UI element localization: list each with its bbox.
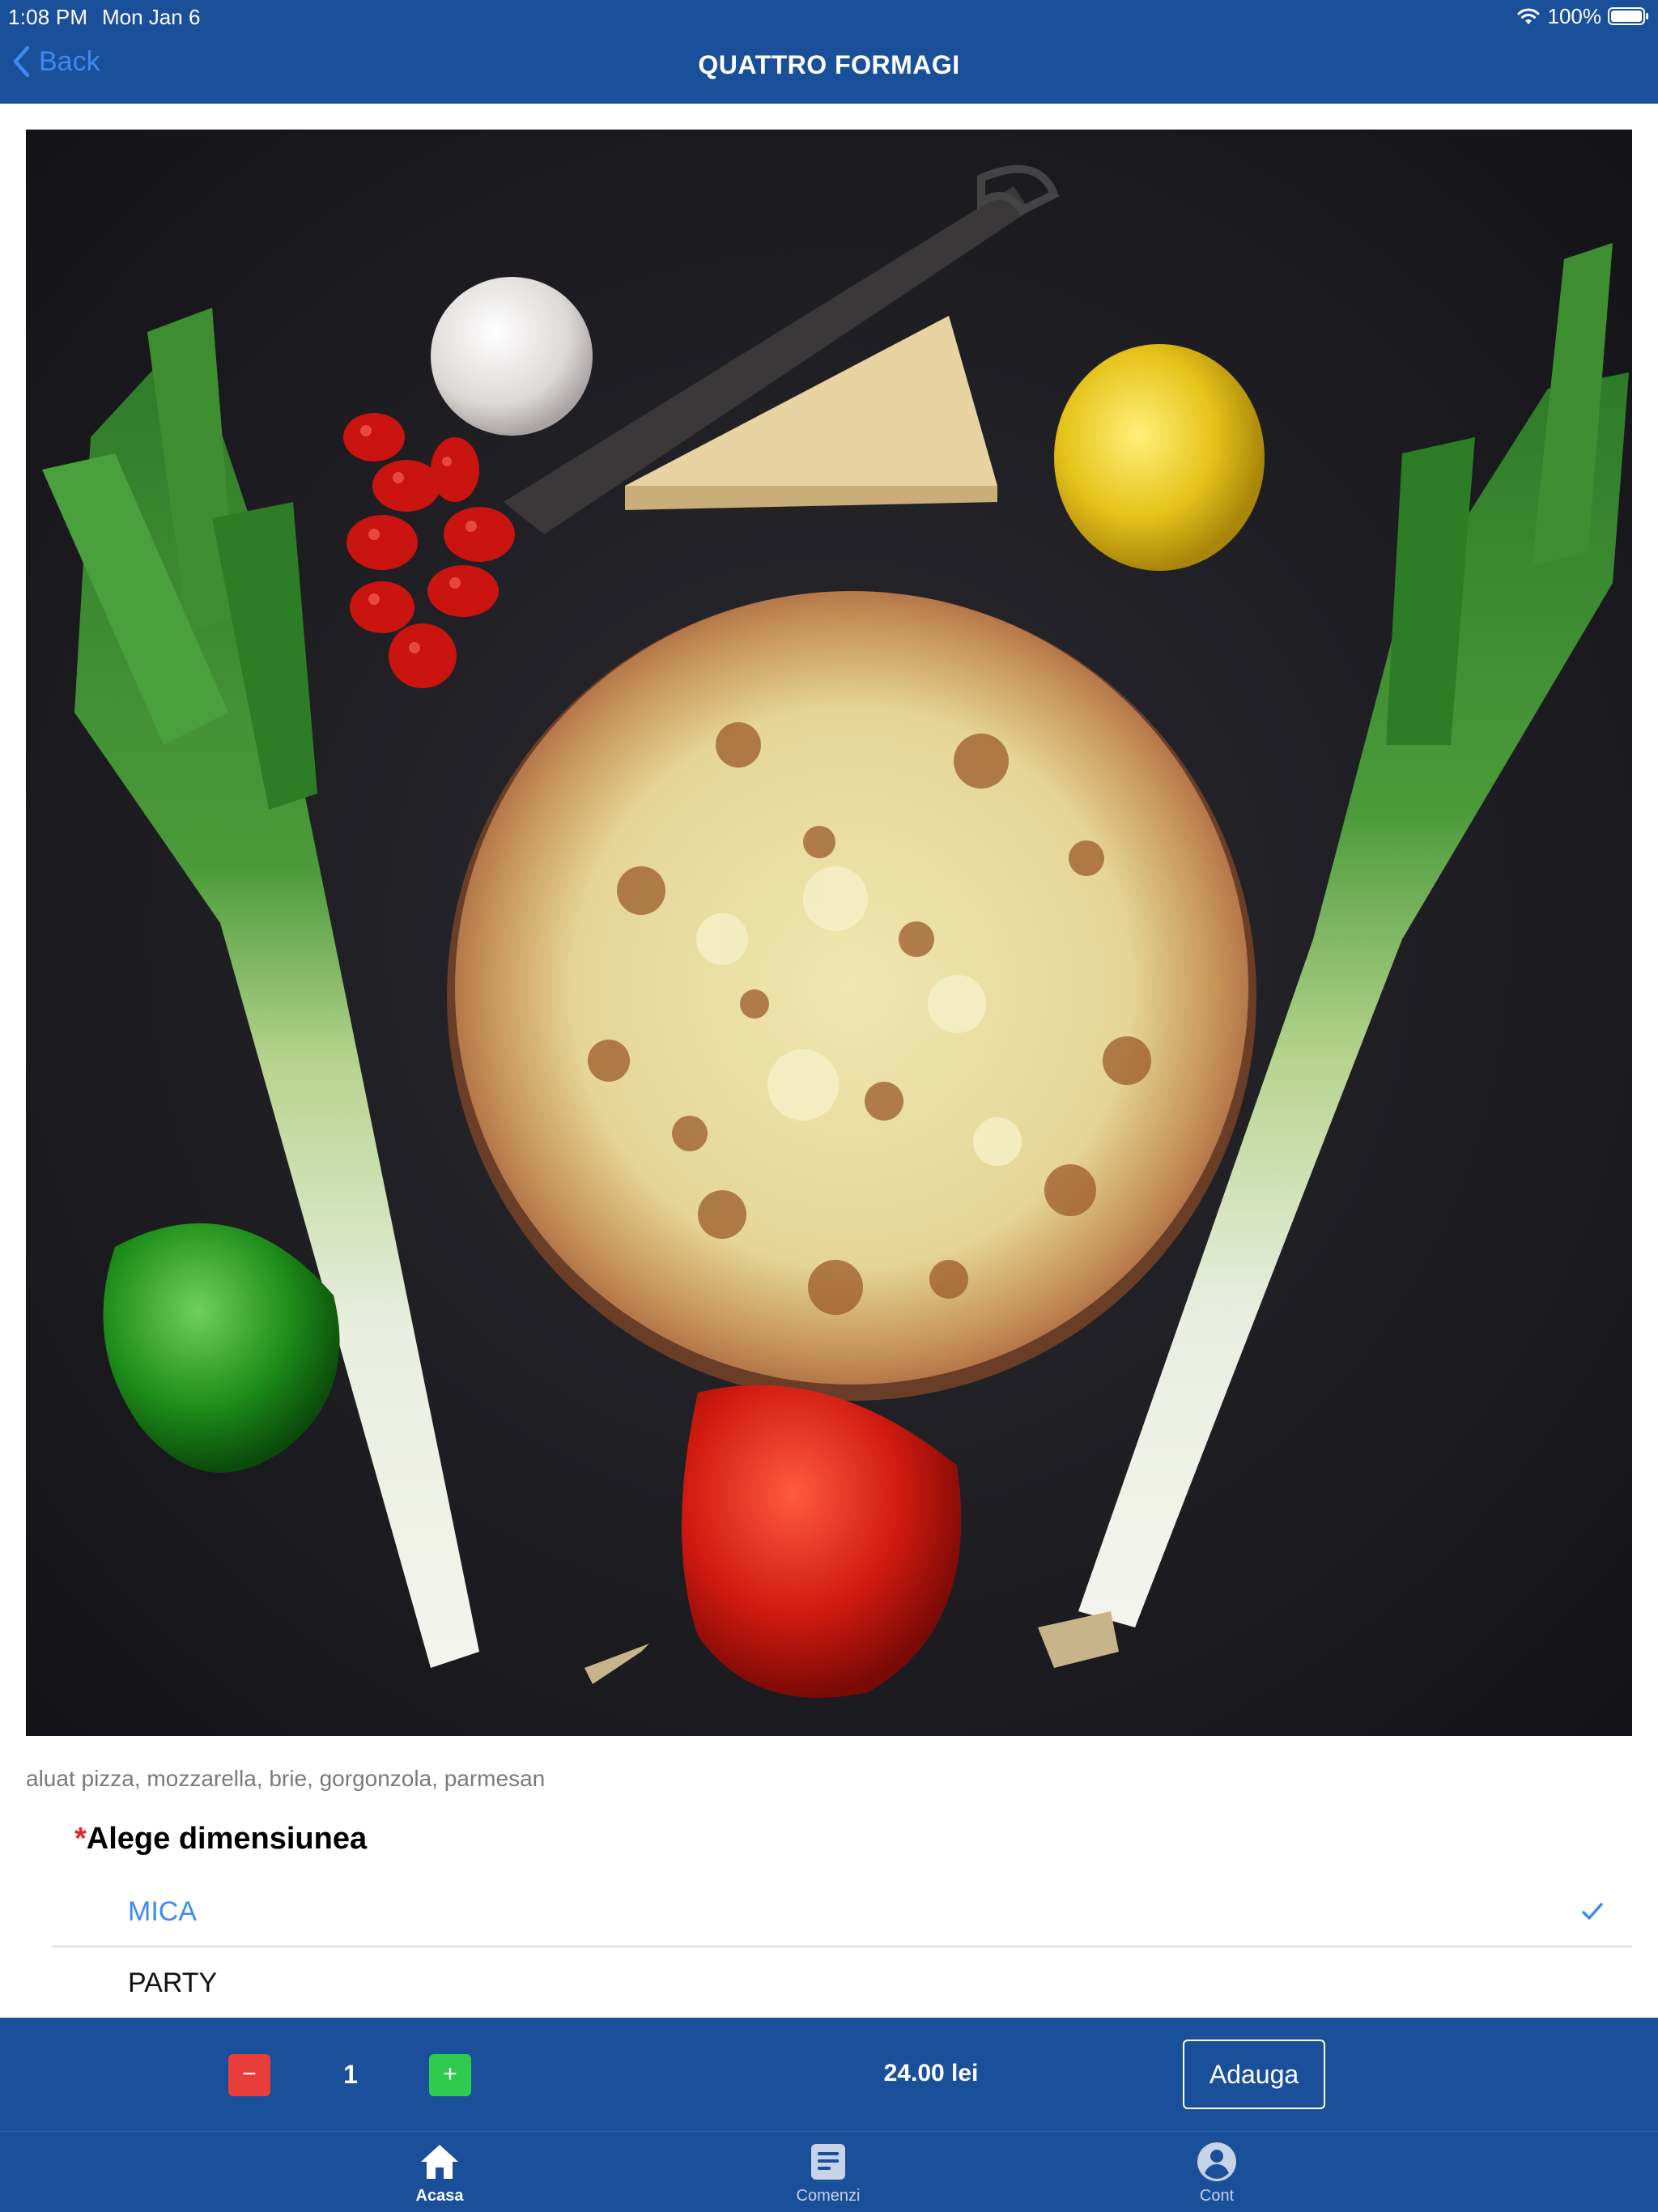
ingredients-text: aluat pizza, mozzarella, brie, gorgonzol… — [26, 1766, 546, 1791]
tab-comenzi[interactable]: Comenzi — [747, 2132, 909, 2212]
product-image — [26, 130, 1632, 1736]
battery-icon — [1608, 7, 1648, 25]
option-divider — [52, 1946, 1632, 1947]
app-screen: 1:08 PM Mon Jan 6 100% Back QUATTRO FORM… — [0, 0, 1658, 2212]
checkmark-icon — [1582, 1903, 1603, 1920]
required-mark: * — [74, 1822, 87, 1856]
tab-label: Acasa — [415, 2187, 464, 2205]
size-section-title: *Alege dimensiunea — [74, 1822, 367, 1857]
tab-label: Cont — [1199, 2187, 1235, 2205]
wifi-icon — [1517, 8, 1539, 24]
tab-acasa[interactable]: Acasa — [359, 2132, 521, 2212]
increase-quantity-button[interactable]: + — [429, 2054, 471, 2096]
quantity-value: 1 — [343, 2060, 358, 2089]
size-title-label: Alege dimensiunea — [86, 1822, 368, 1856]
size-option-mica[interactable]: MICA — [52, 1877, 1632, 1948]
page-title: QUATTRO FORMAGI — [698, 50, 960, 79]
status-time: 1:08 PM — [8, 5, 88, 29]
tab-label: Comenzi — [796, 2187, 861, 2205]
action-bar: − 1 + 24.00 lei Adauga — [0, 2018, 1658, 2131]
pizza-photo — [26, 130, 1632, 1736]
home-icon — [421, 2145, 458, 2179]
status-indicators: 100% — [1516, 3, 1651, 29]
tab-bar: Acasa Comenzi Cont — [0, 2131, 1658, 2212]
status-date: Mon Jan 6 — [102, 5, 201, 29]
tab-cont[interactable]: Cont — [1136, 2132, 1298, 2212]
account-icon — [1197, 2142, 1236, 2181]
header: 1:08 PM Mon Jan 6 100% Back QUATTRO FORM… — [0, 0, 1658, 104]
size-option-label: MICA — [128, 1896, 197, 1927]
battery-percent: 100% — [1547, 3, 1602, 28]
add-to-cart-button[interactable]: Adauga — [1183, 2040, 1325, 2109]
decrease-quantity-button[interactable]: − — [228, 2054, 270, 2096]
price-label: 24.00 lei — [883, 2060, 979, 2087]
size-option-party[interactable]: PARTY — [52, 1948, 1632, 2019]
size-option-label: PARTY — [128, 1967, 218, 1998]
orders-icon — [811, 2144, 845, 2180]
